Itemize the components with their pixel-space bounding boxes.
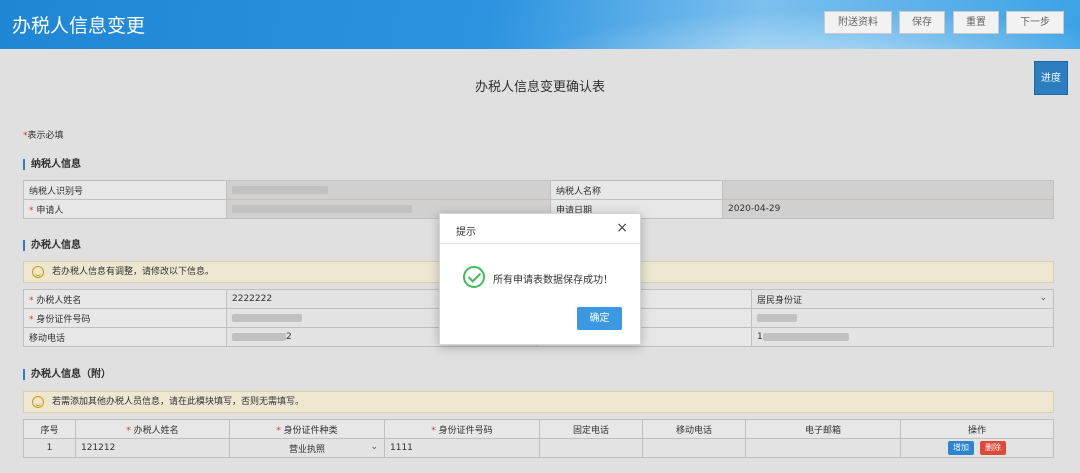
dialog-header: 提示 ×: [440, 214, 640, 244]
success-check-icon: [463, 266, 485, 288]
dialog-title: 提示: [456, 227, 476, 238]
reset-button[interactable]: 重置: [953, 11, 999, 34]
save-success-dialog: 提示 × 所有申请表数据保存成功！ 确定: [439, 213, 641, 345]
save-button[interactable]: 保存: [899, 11, 945, 34]
attach-materials-button[interactable]: 附送资料: [824, 11, 892, 34]
header-bar: 办税人信息变更 附送资料 保存 重置 下一步: [0, 0, 1080, 49]
confirm-button[interactable]: 确定: [577, 307, 622, 330]
page-title: 办税人信息变更: [12, 15, 146, 37]
next-step-button[interactable]: 下一步: [1006, 11, 1064, 34]
close-icon[interactable]: ×: [616, 220, 628, 236]
dialog-message: 所有申请表数据保存成功！: [493, 275, 613, 286]
